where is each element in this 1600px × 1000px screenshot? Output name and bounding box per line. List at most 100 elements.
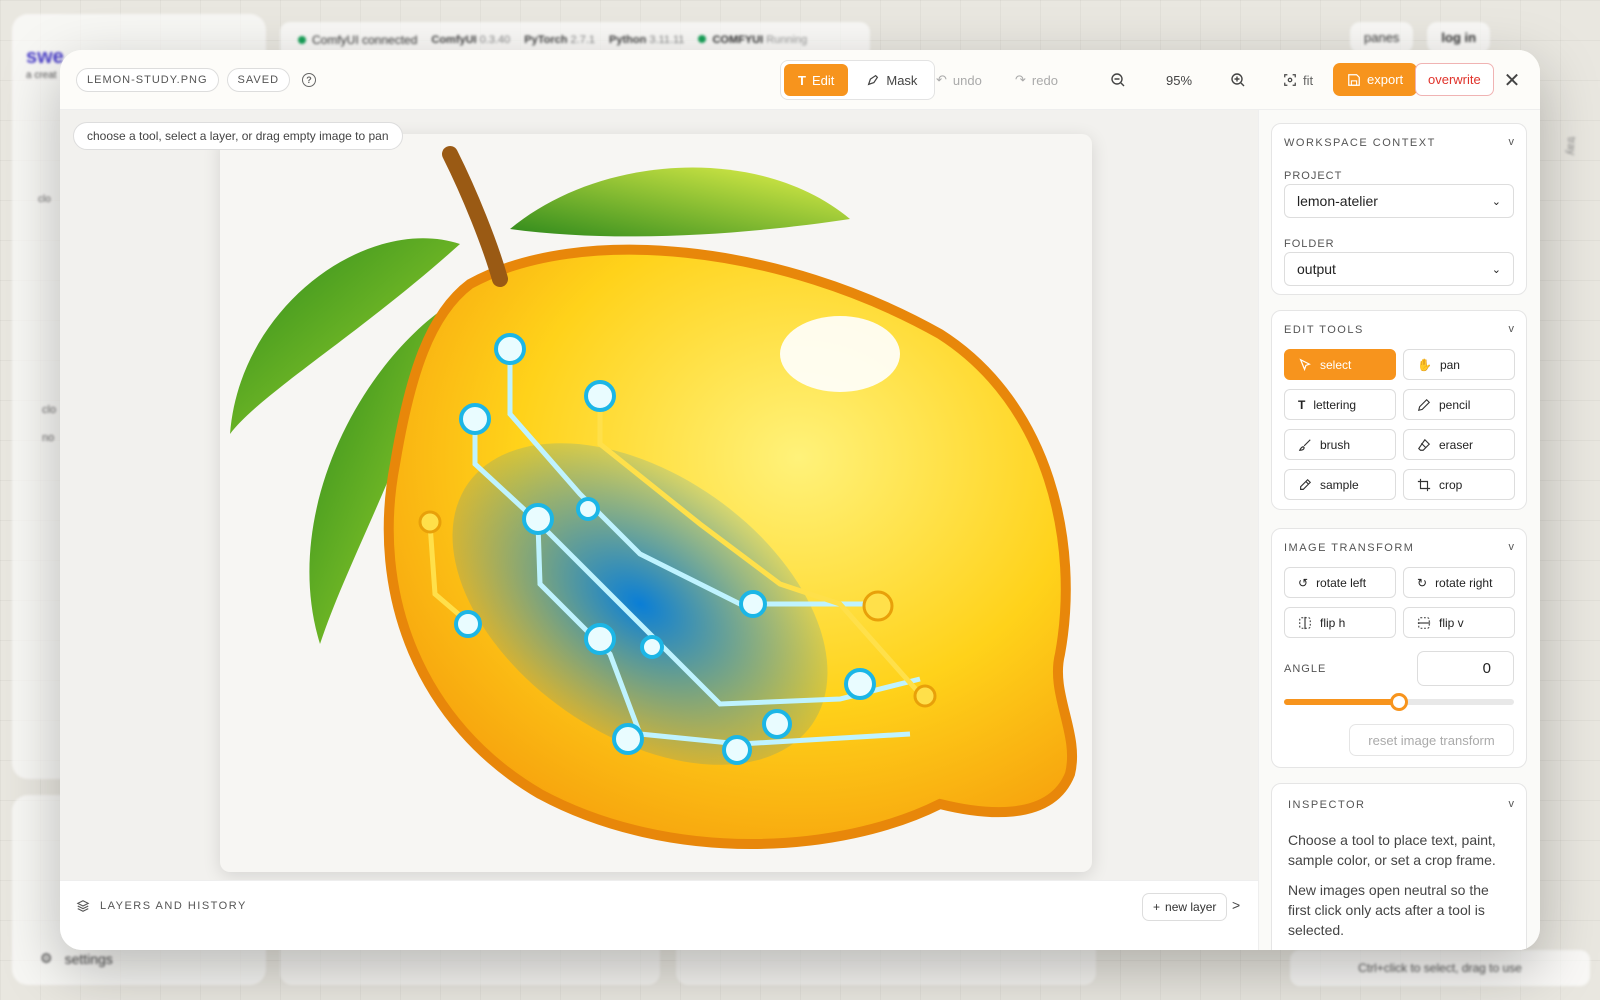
eraser-icon bbox=[1418, 438, 1431, 451]
new-layer-button[interactable]: + new layer bbox=[1142, 893, 1228, 921]
rotate-right-icon: ↻ bbox=[1417, 575, 1428, 590]
lemon-image bbox=[230, 146, 1078, 849]
cursor-icon bbox=[1299, 357, 1311, 371]
lettering-tool-button[interactable]: T lettering bbox=[1284, 389, 1396, 420]
pan-tool-button[interactable]: ✋ pan bbox=[1403, 349, 1515, 380]
section-title: IMAGE TRANSFORM bbox=[1284, 542, 1415, 554]
reset-transform-button[interactable]: reset image transform bbox=[1349, 724, 1514, 756]
collapse-toggle[interactable]: v bbox=[1509, 798, 1515, 810]
mask-mode-button[interactable]: Mask bbox=[852, 64, 931, 96]
canvas-area[interactable]: choose a tool, select a layer, or drag e… bbox=[60, 110, 1258, 880]
plus-icon: + bbox=[1153, 900, 1161, 914]
inspector-paragraph: Choose a tool to place text, paint, samp… bbox=[1288, 832, 1496, 868]
background-settings: ⚙ settings bbox=[40, 950, 113, 967]
rotate-left-button[interactable]: ↺ rotate left bbox=[1284, 567, 1396, 598]
leaf-top bbox=[510, 167, 850, 237]
flip-vertical-icon bbox=[1417, 616, 1431, 629]
section-title: EDIT TOOLS bbox=[1284, 324, 1364, 336]
status-dot bbox=[698, 35, 707, 43]
tool-label: brush bbox=[1320, 437, 1351, 452]
save-icon bbox=[1348, 73, 1360, 86]
rotate-right-button[interactable]: ↻ rotate right bbox=[1403, 567, 1515, 598]
version-comfyui: ComfyUI 0.3.40 bbox=[431, 34, 511, 46]
gear-icon: ⚙ bbox=[40, 950, 53, 966]
angle-slider-fill bbox=[1284, 699, 1399, 705]
save-status-chip: SAVED bbox=[226, 67, 291, 92]
new-layer-label: new layer bbox=[1165, 900, 1217, 914]
close-icon[interactable]: ✕ bbox=[1500, 68, 1524, 92]
brush-tool-button[interactable]: brush bbox=[1284, 429, 1396, 460]
angle-slider[interactable] bbox=[1284, 693, 1514, 711]
angle-input[interactable]: 0 bbox=[1417, 651, 1514, 686]
redo-button[interactable]: ↷ redo bbox=[1015, 64, 1058, 96]
tool-label: eraser bbox=[1439, 437, 1474, 452]
crop-tool-button[interactable]: crop bbox=[1403, 469, 1515, 500]
layers-history-toggle[interactable]: LAYERS AND HISTORY bbox=[76, 899, 247, 913]
text-icon: T bbox=[798, 72, 806, 88]
redo-icon: ↷ bbox=[1015, 72, 1026, 87]
edit-mode-button[interactable]: T Edit bbox=[784, 64, 849, 96]
image-canvas[interactable] bbox=[220, 134, 1092, 872]
section-title: WORKSPACE CONTEXT bbox=[1284, 137, 1436, 149]
eraser-tool-button[interactable]: eraser bbox=[1403, 429, 1515, 460]
undo-button[interactable]: ↶ undo bbox=[936, 64, 982, 96]
pencil-icon bbox=[1417, 398, 1431, 411]
brush-icon bbox=[1298, 438, 1311, 451]
collapse-toggle[interactable]: v bbox=[1509, 541, 1515, 553]
help-icon[interactable]: ? bbox=[302, 72, 317, 87]
folder-select[interactable]: output ⌄ bbox=[1284, 252, 1514, 286]
background-sidebar-label: clo bbox=[38, 194, 51, 205]
mask-mode-label: Mask bbox=[886, 72, 918, 88]
connection-status: ComfyUI connected bbox=[298, 33, 417, 47]
background-sidebar-label: clo bbox=[42, 404, 57, 416]
flip-v-button[interactable]: flip v bbox=[1403, 607, 1515, 638]
tool-label: select bbox=[1320, 357, 1352, 372]
crop-icon bbox=[1417, 478, 1431, 491]
side-panel: WORKSPACE CONTEXT v PROJECT lemon-atelie… bbox=[1258, 110, 1540, 950]
image-editor-modal: LEMON-STUDY.PNG SAVED ? T Edit Mask ↶ und… bbox=[60, 50, 1540, 950]
pen-icon bbox=[868, 74, 879, 86]
status-dot bbox=[298, 36, 306, 44]
pencil-tool-button[interactable]: pencil bbox=[1403, 389, 1515, 420]
tool-label: pencil bbox=[1439, 397, 1471, 412]
overwrite-button[interactable]: overwrite bbox=[1415, 63, 1494, 96]
layers-history-title: LAYERS AND HISTORY bbox=[100, 900, 247, 912]
version-pytorch: PyTorch 2.7.1 bbox=[524, 34, 596, 46]
transform-label: flip h bbox=[1320, 615, 1346, 630]
background-top-right: panes log in bbox=[1350, 22, 1491, 53]
zoom-in-icon bbox=[1231, 73, 1245, 87]
inspector-section: INSPECTOR v Choose a tool to place text,… bbox=[1271, 783, 1527, 950]
collapse-toggle[interactable]: v bbox=[1509, 323, 1515, 335]
zoom-level: 95% bbox=[1166, 72, 1193, 88]
transform-label: rotate left bbox=[1316, 575, 1367, 590]
export-button[interactable]: export bbox=[1333, 63, 1418, 96]
image-transform-section: IMAGE TRANSFORM v ↺ rotate left ↻ rotate… bbox=[1271, 528, 1527, 768]
chevron-down-icon: ⌄ bbox=[1491, 263, 1501, 276]
expand-layers-button[interactable]: > bbox=[1232, 897, 1240, 913]
version-python: Python 3.11.11 bbox=[609, 34, 685, 46]
rotate-left-icon: ↺ bbox=[1298, 575, 1309, 590]
edit-mode-label: Edit bbox=[811, 72, 835, 88]
filename-chip: LEMON-STUDY.PNG bbox=[76, 67, 219, 92]
zoom-in-button[interactable] bbox=[1230, 64, 1246, 96]
angle-label: ANGLE bbox=[1284, 663, 1327, 675]
flip-h-button[interactable]: flip h bbox=[1284, 607, 1396, 638]
angle-slider-thumb[interactable] bbox=[1390, 693, 1408, 711]
background-bottom-hint: Ctrl+click to select, drag to use bbox=[1290, 950, 1590, 986]
tool-label: pan bbox=[1439, 357, 1460, 372]
sample-tool-button[interactable]: sample bbox=[1284, 469, 1396, 500]
chevron-down-icon: ⌄ bbox=[1491, 195, 1501, 208]
transform-label: rotate right bbox=[1435, 575, 1493, 590]
fit-icon bbox=[1284, 74, 1296, 86]
project-select[interactable]: lemon-atelier ⌄ bbox=[1284, 184, 1514, 218]
tool-label: sample bbox=[1320, 477, 1359, 492]
zoom-out-button[interactable] bbox=[1110, 64, 1126, 96]
text-icon: T bbox=[1298, 397, 1306, 412]
redo-label: redo bbox=[1031, 72, 1058, 88]
export-label: export bbox=[1367, 72, 1404, 87]
stem bbox=[442, 146, 508, 287]
collapse-toggle[interactable]: v bbox=[1509, 136, 1515, 148]
layers-icon bbox=[76, 900, 90, 912]
fit-button[interactable]: fit bbox=[1283, 64, 1313, 96]
select-tool-button[interactable]: select bbox=[1284, 349, 1396, 380]
